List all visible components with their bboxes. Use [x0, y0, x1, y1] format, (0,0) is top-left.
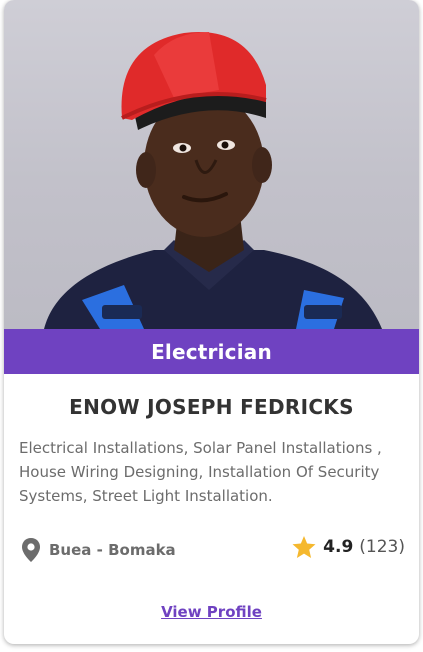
location: Buea - Bomaka [21, 537, 176, 563]
location-label: Buea - Bomaka [49, 541, 176, 559]
rating: 4.9 (123) [291, 535, 405, 559]
rating-count: (123) [359, 537, 405, 557]
person-portrait-image [44, 32, 382, 329]
map-pin-icon [22, 538, 40, 562]
provider-name: ENOW JOSEPH FEDRICKS [69, 395, 354, 419]
category-label: Electrician [151, 339, 272, 364]
star-icon [292, 536, 316, 558]
provider-card: Electrician ENOW JOSEPH FEDRICKS Electri… [4, 0, 419, 644]
rating-value: 4.9 [323, 537, 354, 557]
view-profile-link[interactable]: View Profile [4, 603, 419, 621]
services-description: Electrical Installations, Solar Panel In… [19, 439, 382, 505]
category-banner: Electrician [4, 329, 419, 374]
provider-photo [4, 0, 419, 329]
